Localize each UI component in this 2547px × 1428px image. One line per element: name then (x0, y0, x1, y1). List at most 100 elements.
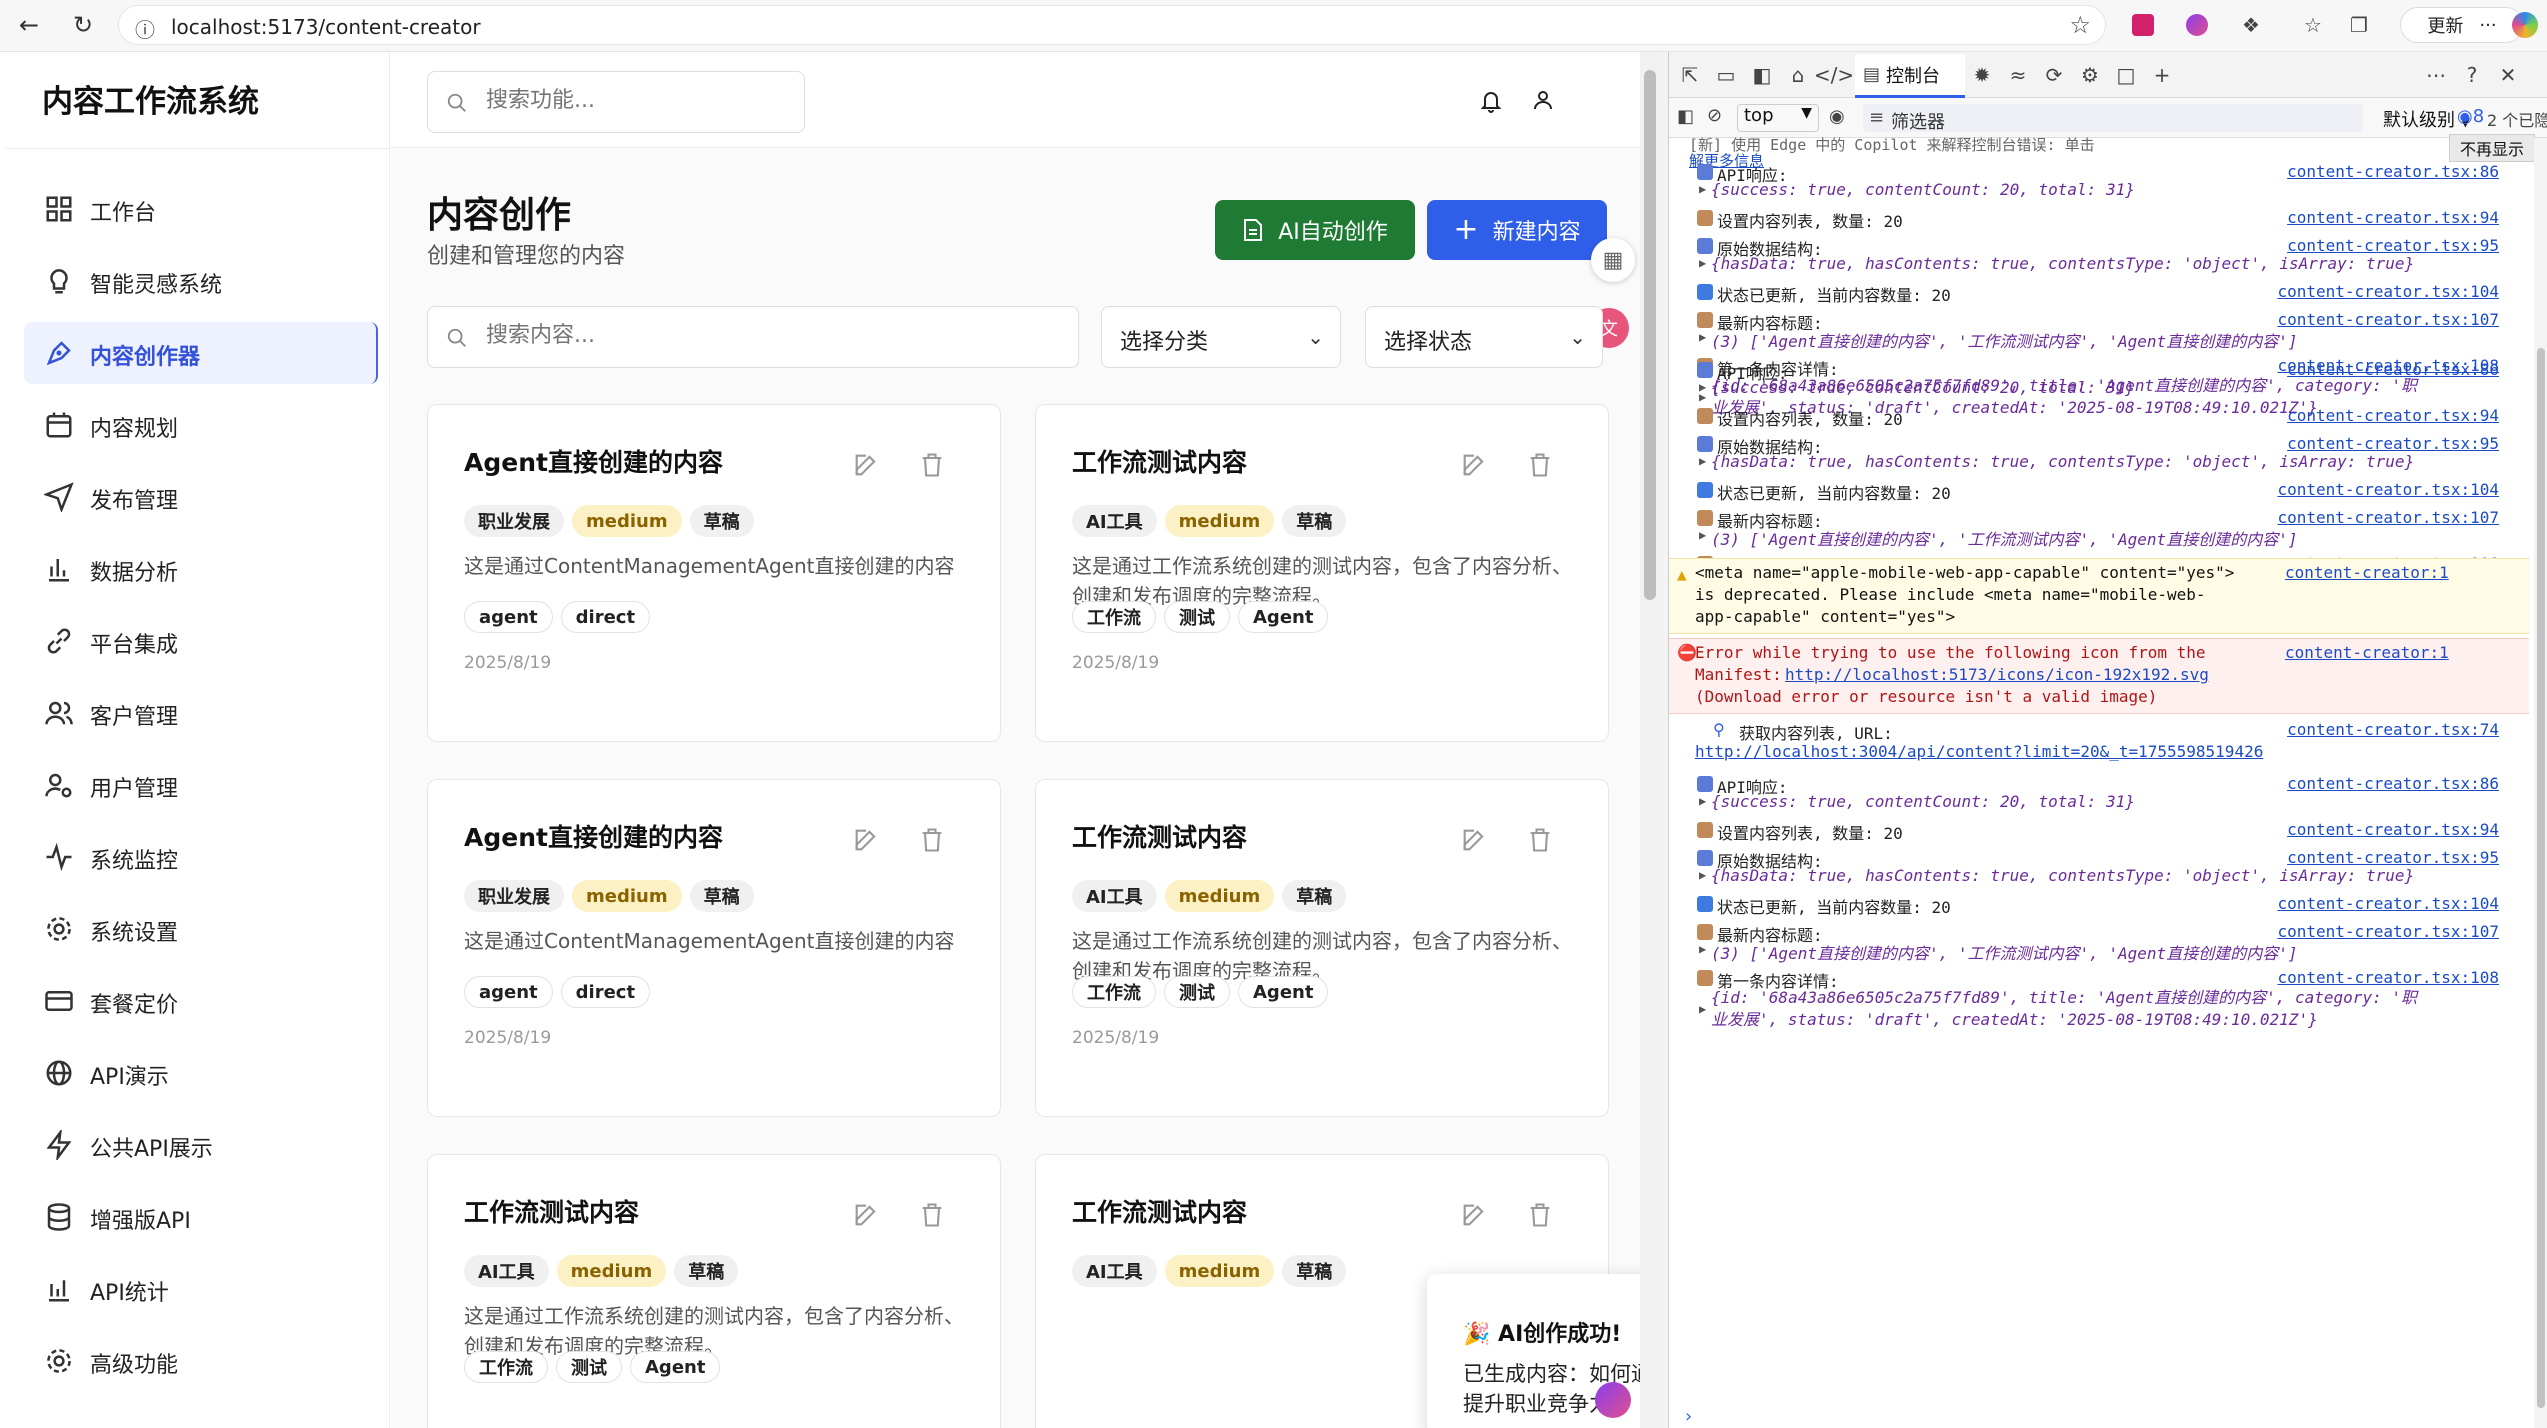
status-select[interactable]: 选择状态 ⌄ (1365, 306, 1603, 368)
error-source-link[interactable]: content-creator:1 (2285, 643, 2449, 662)
settings-gear-icon[interactable]: ⚙ (2075, 60, 2105, 90)
expand-arrow-icon[interactable]: ▶ (1699, 942, 1706, 956)
scrollbar-thumb[interactable] (1644, 70, 1656, 600)
feature-search-input[interactable] (427, 71, 805, 133)
clear-console-icon[interactable]: ⊘ (1707, 105, 1722, 126)
puzzle-icon[interactable]: ❖ (2234, 8, 2268, 42)
expand-arrow-icon[interactable]: ▶ (1699, 182, 1706, 196)
content-search-field[interactable] (486, 323, 1046, 348)
application-icon[interactable]: □ (2111, 60, 2141, 90)
log-source-link[interactable]: content-creator.tsx:95 (2287, 848, 2499, 867)
back-icon[interactable]: ← (10, 6, 48, 44)
log-source-link[interactable]: content-creator.tsx:95 (2287, 236, 2499, 255)
sidebar-item[interactable]: 发布管理 (24, 466, 378, 528)
ai-create-button[interactable]: AI自动创作 (1215, 200, 1415, 260)
bug-icon[interactable]: ✹ (1967, 60, 1997, 90)
console-filter-input[interactable]: ≡ 筛选器 (1863, 104, 2363, 133)
sidebar-item[interactable]: 平台集成 (24, 610, 378, 672)
elements-icon[interactable]: </> (1814, 60, 1854, 90)
sidebar-item[interactable]: 智能灵感系统 (24, 250, 378, 312)
sidebar-toggle-icon[interactable]: ◧ (1747, 60, 1777, 90)
content-card[interactable]: 工作流测试内容 AI工具 medium 草稿 这是通过工作流系统创建的测试内容，包含了… (427, 1154, 1001, 1428)
trash-icon[interactable] (918, 1201, 946, 1229)
favorites-icon[interactable]: ☆ (2296, 8, 2330, 42)
console-scrollbar-thumb[interactable] (2537, 348, 2545, 1408)
trash-icon[interactable] (1526, 1201, 1554, 1229)
sidebar-item[interactable]: 数据分析 (24, 538, 378, 600)
sidebar-item[interactable]: 系统设置 (24, 898, 378, 960)
sidebar-item[interactable]: 套餐定价 (24, 970, 378, 1032)
content-card[interactable]: Agent直接创建的内容 职业发展 medium 草稿 这是通过ContentMana… (427, 404, 1001, 742)
log-source-link[interactable]: content-creator.tsx:86 (2287, 360, 2499, 379)
log-source-link[interactable]: content-creator.tsx:104 (2277, 480, 2499, 499)
dismiss-button[interactable]: 不再显示 (2449, 134, 2535, 162)
log-source-link[interactable]: content-creator.tsx:107 (2277, 508, 2499, 527)
log-source-link[interactable]: content-creator.tsx:95 (2287, 434, 2499, 453)
sidebar-item[interactable]: 系统监控 (24, 826, 378, 888)
new-content-button[interactable]: + 新建内容 (1427, 200, 1607, 260)
log-source-link[interactable]: content-creator.tsx:74 (2287, 720, 2499, 739)
trash-icon[interactable] (1526, 826, 1554, 854)
expand-arrow-icon[interactable]: ▶ (1699, 868, 1706, 882)
add-tab-icon[interactable]: + (2147, 60, 2177, 90)
more-options-icon[interactable]: ⋯ (2421, 60, 2451, 90)
address-bar[interactable]: ⓘ localhost:5173/content-creator ☆ (118, 5, 2106, 45)
category-select[interactable]: 选择分类 ⌄ (1101, 306, 1341, 368)
profile-avatar[interactable] (2350, 8, 2384, 42)
copilot-extension-icon[interactable] (2180, 8, 2214, 42)
log-source-link[interactable]: content-creator.tsx:94 (2287, 820, 2499, 839)
log-source-link[interactable]: content-creator.tsx:107 (2277, 922, 2499, 941)
sidebar-item[interactable]: API演示 (24, 1042, 378, 1104)
network-icon[interactable]: ≈ (2003, 60, 2033, 90)
eye-icon[interactable]: ◉ (1829, 106, 1845, 127)
home-icon[interactable]: ⌂ (1783, 60, 1813, 90)
console-scrollbar[interactable] (2534, 138, 2547, 1428)
user-icon[interactable] (1531, 88, 1555, 112)
edit-icon[interactable] (852, 826, 880, 854)
copilot-float-icon[interactable] (1595, 1382, 1631, 1418)
console-prompt-icon[interactable]: › (1683, 1406, 1694, 1427)
expand-arrow-icon[interactable]: ▶ (1699, 794, 1706, 808)
content-card[interactable]: Agent直接创建的内容 职业发展 medium 草稿 这是通过ContentMana… (427, 779, 1001, 1117)
expand-arrow-icon[interactable]: ▶ (1699, 528, 1706, 542)
log-source-link[interactable]: content-creator.tsx:86 (2287, 162, 2499, 181)
info-icon[interactable]: ⓘ (135, 14, 155, 43)
context-select[interactable]: top ▼ (1737, 104, 1819, 132)
reload-icon[interactable]: ↻ (64, 6, 102, 44)
sidebar-item[interactable]: 公共API展示 (24, 1114, 378, 1176)
warning-source-link[interactable]: content-creator:1 (2285, 563, 2449, 582)
tab-console[interactable]: ▤ 控制台 (1855, 54, 1965, 98)
sidebar-item[interactable]: 客户管理 (24, 682, 378, 744)
manifest-icon-link[interactable]: http://localhost:5173/icons/icon-192x192… (1785, 665, 2209, 684)
edit-icon[interactable] (852, 1201, 880, 1229)
log-source-link[interactable]: content-creator.tsx:94 (2287, 208, 2499, 227)
edit-icon[interactable] (852, 451, 880, 479)
sidebar-item[interactable]: 内容创作器 (24, 322, 378, 384)
sidebar-item[interactable]: 高级功能 (24, 1330, 378, 1392)
content-search-input[interactable] (427, 306, 1079, 368)
inspect-icon[interactable]: ⇱ (1675, 60, 1705, 90)
trash-icon[interactable] (1526, 451, 1554, 479)
device-icon[interactable]: ▭ (1711, 60, 1741, 90)
apps-float-icon[interactable]: ▦ (1591, 238, 1635, 282)
page-scrollbar[interactable] (1640, 52, 1662, 1428)
trash-icon[interactable] (918, 451, 946, 479)
api-url-link[interactable]: http://localhost:3004/api/content?limit=… (1695, 742, 2263, 761)
sidebar-item[interactable]: 用户管理 (24, 754, 378, 816)
expand-arrow-icon[interactable]: ▶ (1699, 1002, 1706, 1016)
feature-search-field[interactable] (486, 88, 786, 113)
help-icon[interactable]: ? (2457, 60, 2487, 90)
console-sidebar-icon[interactable]: ◧ (1677, 106, 1694, 127)
extension-icon[interactable] (2126, 8, 2160, 42)
sidebar-item[interactable]: 增强版API (24, 1186, 378, 1248)
performance-icon[interactable]: ⟳ (2039, 60, 2069, 90)
expand-arrow-icon[interactable]: ▶ (1699, 330, 1706, 344)
sidebar-item[interactable]: API统计 (24, 1258, 378, 1320)
trash-icon[interactable] (918, 826, 946, 854)
edit-icon[interactable] (1460, 451, 1488, 479)
close-icon[interactable]: ✕ (2493, 60, 2523, 90)
edit-icon[interactable] (1460, 1201, 1488, 1229)
expand-arrow-icon[interactable]: ▶ (1699, 380, 1706, 394)
copilot-icon[interactable] (2508, 8, 2542, 42)
update-button[interactable]: 更新 ··· (2400, 7, 2524, 43)
